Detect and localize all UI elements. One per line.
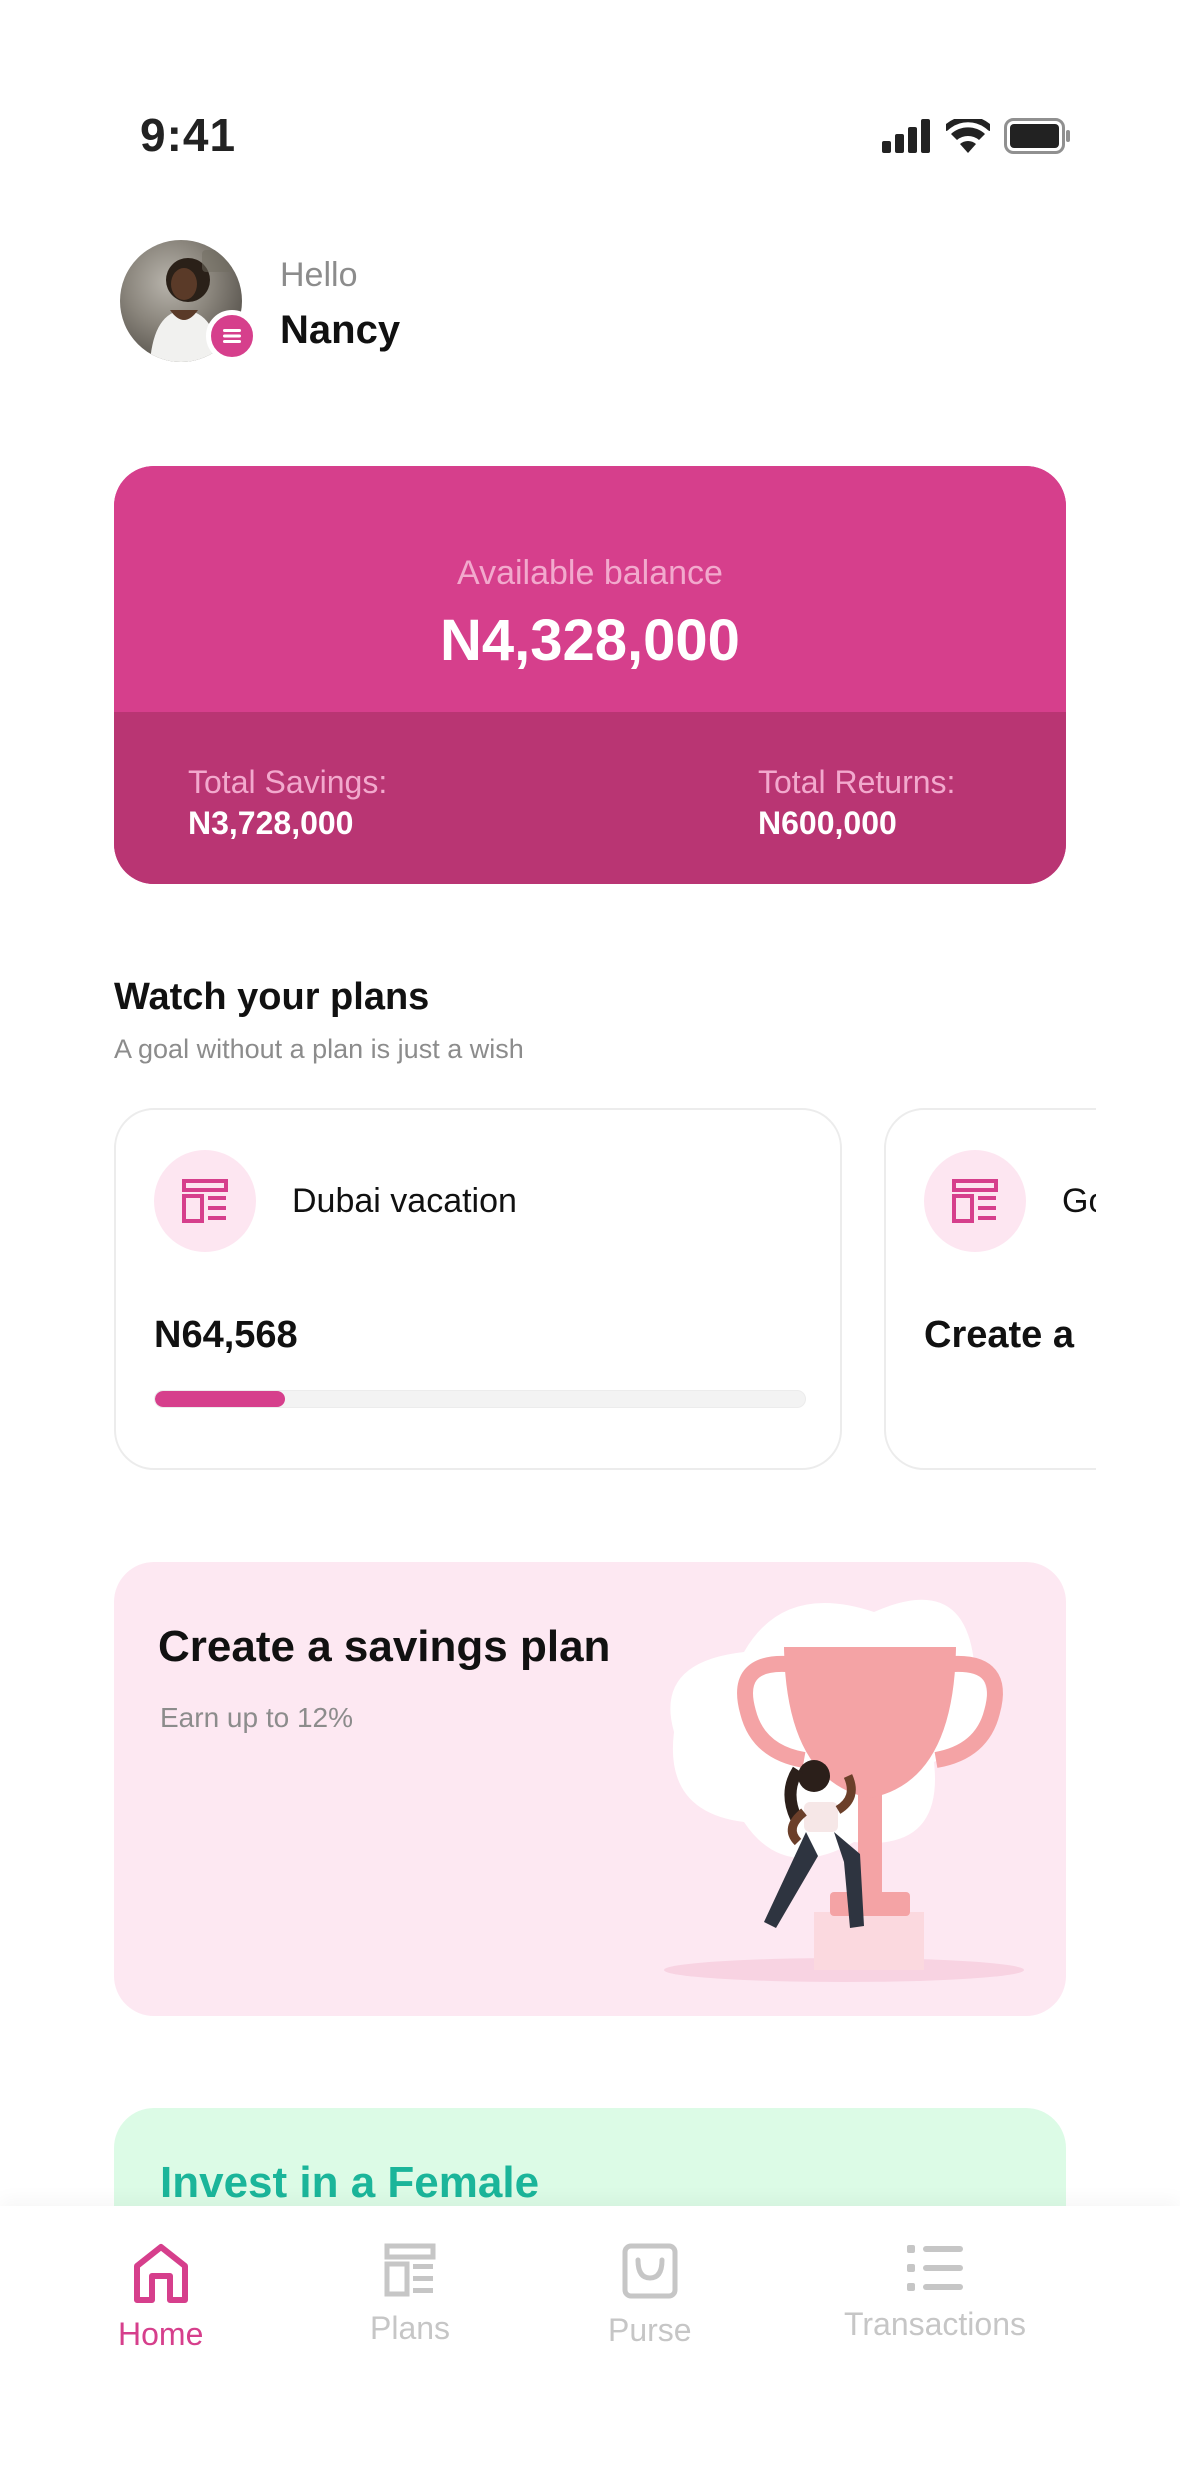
home-icon — [133, 2244, 188, 2303]
create-savings-plan-card[interactable]: Create a savings plan Earn up to 12% — [114, 1562, 1066, 2016]
trophy-illustration — [664, 1599, 1024, 1982]
signal-icon — [882, 119, 930, 153]
balance-value: N4,328,000 — [440, 608, 740, 673]
plan-icon-circle — [154, 1150, 256, 1252]
tab-plans[interactable]: Plans — [370, 2242, 450, 2347]
tab-plans-label: Plans — [370, 2310, 451, 2346]
plan-progress-fill — [155, 1391, 285, 1407]
plan-icon-circle — [924, 1150, 1026, 1252]
promo-title: Create a savings plan — [158, 1622, 611, 1671]
battery-icon — [1004, 118, 1070, 154]
total-savings: Total Savings: N3,728,000 — [188, 764, 387, 842]
invest-title: Invest in a Female — [160, 2158, 540, 2207]
plan-layout-icon — [182, 1179, 228, 1223]
total-returns: Total Returns: N600,000 — [758, 764, 955, 842]
plans-carousel[interactable]: Dubai vacation N64,568 Go Create a — [114, 1108, 1096, 1472]
plan-create-text: Create a — [924, 1314, 1074, 1356]
greeting-name: Nancy — [280, 308, 401, 352]
plan-name: Go — [1062, 1182, 1096, 1220]
plans-icon — [384, 2243, 436, 2297]
plans-section-subtitle: A goal without a plan is just a wish — [114, 1034, 524, 1064]
balance-label: Available balance — [457, 554, 723, 592]
tab-home-label: Home — [118, 2316, 204, 2352]
transactions-icon — [907, 2245, 963, 2291]
total-returns-label: Total Returns: — [758, 764, 956, 800]
plan-name: Dubai vacation — [292, 1182, 517, 1220]
status-icons — [882, 118, 1072, 154]
total-returns-value: N600,000 — [758, 805, 897, 841]
plan-card[interactable]: Dubai vacation N64,568 — [114, 1108, 842, 1470]
promo-subtitle: Earn up to 12% — [160, 1702, 354, 1733]
plan-card[interactable]: Go Create a — [884, 1108, 1096, 1470]
status-bar: 9:41 — [0, 0, 1180, 190]
balance-breakdown: Total Savings: N3,728,000 Total Returns:… — [114, 712, 1066, 884]
bottom-tab-bar: Home Plans Purse Transactions — [0, 2206, 1180, 2473]
balance-top: Available balance N4,328,000 — [114, 466, 1066, 712]
plan-progress-bar — [154, 1390, 806, 1408]
tab-purse[interactable]: Purse — [608, 2242, 692, 2349]
status-time: 9:41 — [140, 109, 237, 161]
menu-badge[interactable] — [206, 310, 258, 362]
menu-icon — [223, 329, 241, 343]
avatar[interactable] — [120, 240, 258, 362]
purse-icon — [622, 2243, 678, 2299]
balance-card[interactable]: Available balance N4,328,000 Total Savin… — [114, 466, 1066, 884]
total-savings-label: Total Savings: — [188, 764, 388, 800]
greeting-hello: Hello — [280, 256, 358, 294]
plan-amount: N64,568 — [154, 1314, 298, 1356]
plans-section-title: Watch your plans — [114, 976, 430, 1018]
tab-transactions-label: Transactions — [844, 2306, 1026, 2342]
wifi-icon — [946, 119, 990, 153]
total-savings-value: N3,728,000 — [188, 805, 354, 841]
tab-transactions[interactable]: Transactions — [844, 2242, 1026, 2343]
plan-layout-icon — [952, 1179, 998, 1223]
tab-purse-label: Purse — [608, 2312, 692, 2348]
tab-home[interactable]: Home — [118, 2242, 203, 2353]
